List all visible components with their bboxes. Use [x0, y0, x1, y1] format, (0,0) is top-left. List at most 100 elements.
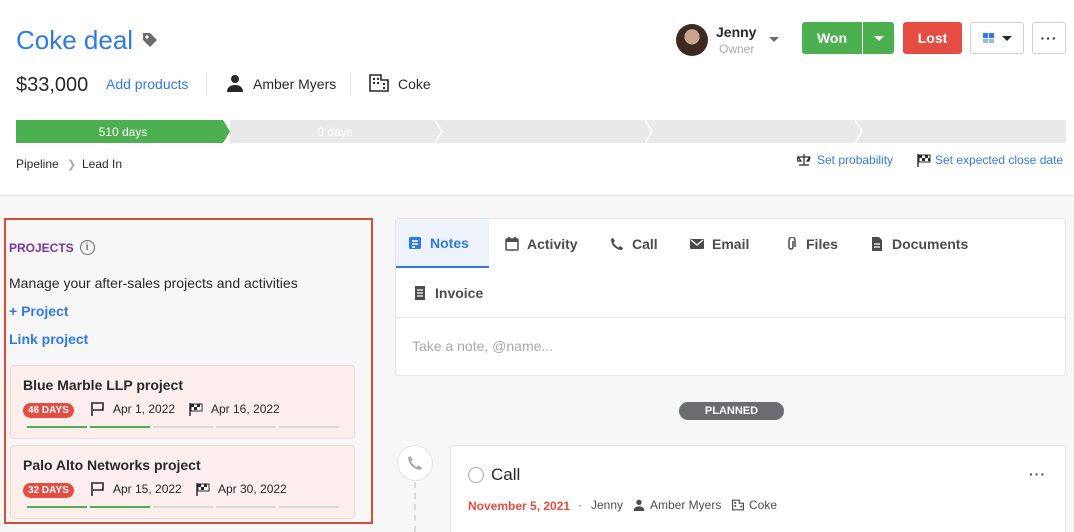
phase-progress	[90, 506, 150, 508]
project-title[interactable]: Blue Marble LLP project	[23, 377, 183, 393]
tab-label: Email	[712, 235, 750, 252]
set-close-date-link[interactable]: Set expected close date	[917, 153, 1063, 167]
mark-done-checkbox[interactable]	[468, 467, 484, 483]
activity-card[interactable]: Call ··· November 5, 2021 · Jenny Amber …	[450, 445, 1066, 532]
divider	[206, 72, 207, 96]
project-title[interactable]: Palo Alto Networks project	[23, 457, 201, 473]
organization-icon	[732, 499, 744, 511]
activity-organization[interactable]: Coke	[732, 498, 777, 512]
planned-badge: PLANNED	[679, 402, 784, 420]
activity-owner-name: Jenny	[591, 498, 624, 512]
add-products-link[interactable]: Add products	[106, 76, 189, 92]
checkered-flag-icon	[917, 153, 931, 167]
project-card[interactable]: Palo Alto Networks project 32 DAYS Apr 1…	[10, 445, 355, 519]
document-icon	[872, 236, 882, 251]
project-start-date: Apr 1, 2022	[91, 402, 175, 416]
activity-organization-name: Coke	[749, 498, 778, 512]
set-probability-link[interactable]: Set probability	[797, 153, 893, 167]
deal-value[interactable]: $33,000	[16, 72, 88, 98]
timeline-call-marker	[397, 445, 433, 481]
project-start-date: Apr 15, 2022	[91, 482, 182, 496]
composer-panel: Notes Activity Call Email Files Document…	[395, 218, 1066, 376]
projects-heading: PROJECTS i	[9, 240, 95, 255]
phase-progress	[279, 426, 339, 428]
phase-progress	[27, 426, 87, 428]
stage-separator	[854, 120, 863, 143]
dot-separator: ·	[578, 498, 582, 512]
tab-activity[interactable]: Activity	[493, 219, 590, 268]
deal-organization-link[interactable]: Coke	[398, 76, 431, 92]
chevron-right-icon: ❯	[67, 159, 77, 171]
checkered-flag-icon	[189, 402, 203, 416]
project-end-date: Apr 16, 2022	[189, 402, 280, 416]
phase-progress	[216, 426, 276, 428]
flag-icon	[91, 402, 104, 416]
view-switch-button[interactable]	[970, 22, 1024, 54]
deal-person-link[interactable]: Amber Myers	[253, 76, 336, 92]
info-icon[interactable]: i	[79, 240, 95, 255]
stage-separator	[434, 120, 443, 143]
start-date-label: Apr 1, 2022	[113, 402, 176, 416]
phase-progress	[153, 426, 213, 428]
phase-progress	[90, 426, 150, 428]
activity-due-date: November 5, 2021	[468, 499, 571, 513]
activity-person[interactable]: Amber Myers	[633, 498, 721, 512]
owner-name[interactable]: Jenny	[716, 24, 756, 40]
breadcrumb-pipeline[interactable]: Pipeline	[16, 157, 59, 171]
phase-progress	[279, 506, 339, 508]
tab-call[interactable]: Call	[598, 219, 670, 268]
divider	[396, 317, 1065, 318]
divider	[350, 72, 351, 96]
chevron-down-icon	[1001, 35, 1012, 41]
owner-avatar[interactable]	[676, 24, 708, 56]
person-icon	[633, 499, 645, 511]
tab-notes[interactable]: Notes	[396, 219, 489, 268]
days-badge: 32 DAYS	[23, 483, 74, 498]
end-date-label: Apr 30, 2022	[218, 482, 287, 496]
chevron-down-icon[interactable]	[769, 37, 779, 42]
tab-label: Documents	[892, 235, 969, 252]
tab-label: Notes	[430, 234, 469, 251]
grid-view-icon	[982, 33, 994, 43]
tab-files[interactable]: Files	[772, 219, 850, 268]
note-icon	[409, 236, 421, 249]
tab-documents[interactable]: Documents	[858, 219, 980, 268]
owner-role-label: Owner	[719, 42, 755, 56]
checkered-flag-icon	[196, 482, 210, 496]
projects-heading-label: PROJECTS	[9, 240, 74, 255]
add-project-link[interactable]: + Project	[9, 303, 69, 319]
tab-invoice[interactable]: Invoice	[401, 268, 495, 317]
invoice-icon	[415, 285, 425, 300]
phase-progress	[27, 506, 87, 508]
chevron-down-icon	[873, 35, 884, 41]
tab-label: Invoice	[435, 284, 484, 301]
stage-separator	[644, 120, 653, 143]
won-dropdown-button[interactable]	[863, 22, 894, 54]
breadcrumb-stage[interactable]: Lead In	[82, 157, 122, 171]
flag-icon	[91, 482, 104, 496]
lost-button[interactable]: Lost	[903, 22, 962, 54]
end-date-label: Apr 16, 2022	[211, 402, 280, 416]
projects-description: Manage your after-sales projects and act…	[9, 275, 298, 291]
deal-title[interactable]: Coke deal	[16, 24, 133, 56]
set-close-date-label: Set expected close date	[935, 153, 1064, 167]
pipeline-stage[interactable]: 510 days	[16, 120, 230, 143]
won-button[interactable]: Won	[802, 22, 862, 54]
tab-label: Activity	[527, 235, 578, 252]
more-actions-button[interactable]: ···	[1032, 22, 1066, 54]
person-icon	[227, 75, 243, 92]
phone-icon	[408, 456, 422, 470]
tag-icon[interactable]	[142, 32, 158, 48]
pipeline-stage[interactable]: 0 days	[230, 120, 440, 143]
paperclip-icon	[788, 236, 796, 250]
tab-email[interactable]: Email	[678, 219, 761, 268]
tab-label: Files	[806, 235, 838, 252]
start-date-label: Apr 15, 2022	[113, 482, 182, 496]
calendar-icon	[505, 236, 519, 251]
note-input[interactable]: Take a note, @name...	[412, 338, 553, 354]
project-card[interactable]: Blue Marble LLP project 46 DAYS Apr 1, 2…	[10, 365, 355, 439]
link-project-link[interactable]: Link project	[9, 331, 88, 347]
activity-title[interactable]: Call	[491, 465, 520, 485]
activity-more-button[interactable]: ···	[1029, 466, 1046, 482]
days-badge: 46 DAYS	[23, 403, 74, 418]
